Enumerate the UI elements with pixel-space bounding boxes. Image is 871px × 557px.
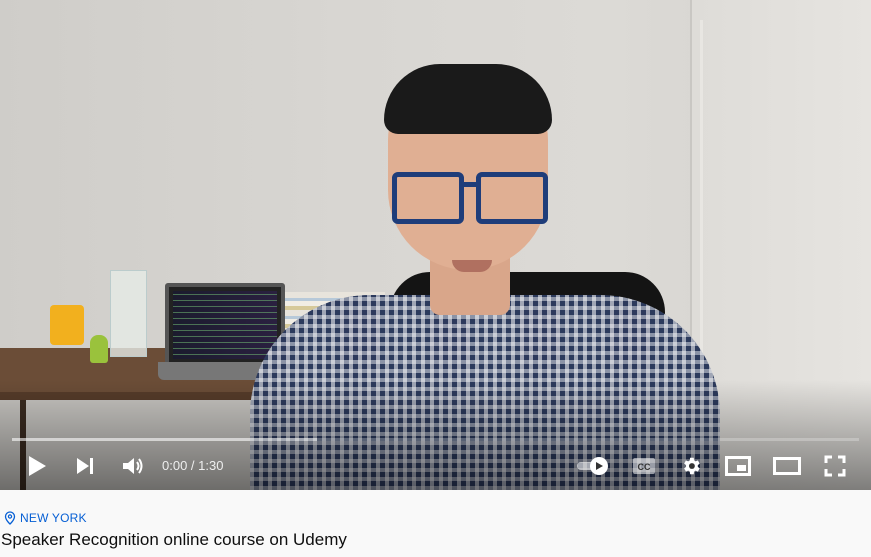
video-frame-glasses-right	[476, 172, 548, 224]
settings-button[interactable]	[676, 446, 706, 486]
fullscreen-icon	[824, 455, 846, 477]
autoplay-toggle[interactable]	[574, 446, 612, 486]
progress-bar[interactable]	[12, 438, 859, 441]
miniplayer-icon	[725, 456, 751, 476]
miniplayer-button[interactable]	[722, 446, 754, 486]
play-icon	[29, 456, 46, 476]
theater-mode-button[interactable]	[770, 446, 804, 486]
theater-mode-icon	[773, 457, 801, 475]
current-time: 0:00	[162, 458, 188, 473]
video-frame-person-hair	[384, 64, 552, 134]
play-button[interactable]	[22, 446, 52, 486]
subtitles-button[interactable]: CC	[628, 446, 660, 486]
location-pin-icon	[4, 511, 16, 525]
fullscreen-button[interactable]	[820, 446, 850, 486]
video-title: Speaker Recognition online course on Ude…	[1, 530, 347, 549]
video-player[interactable]: 0:00 / 1:30 CC	[0, 0, 871, 490]
video-frame-glasses-left	[392, 172, 464, 224]
time-display: 0:00 / 1:30	[162, 458, 223, 473]
gear-icon	[684, 457, 700, 475]
cc-icon: CC	[633, 458, 655, 474]
video-frame-puzzle	[50, 305, 84, 345]
next-icon	[77, 458, 93, 474]
mute-button[interactable]	[116, 446, 150, 486]
video-frame-android-figure	[90, 335, 108, 363]
player-controls: 0:00 / 1:30 CC	[0, 446, 871, 486]
progress-buffered	[12, 438, 317, 441]
location-label[interactable]: NEW YORK	[20, 511, 87, 525]
autoplay-toggle-icon	[577, 457, 608, 475]
volume-icon	[123, 458, 143, 474]
svg-text:CC: CC	[638, 462, 651, 472]
video-frame-plaque	[110, 270, 147, 357]
video-frame-glasses-bridge	[461, 182, 479, 187]
time-separator: /	[187, 458, 199, 473]
next-button[interactable]	[70, 446, 100, 486]
video-frame-person-mouth	[452, 260, 492, 272]
duration: 1:30	[198, 458, 224, 473]
video-location[interactable]: NEW YORK	[4, 511, 87, 525]
